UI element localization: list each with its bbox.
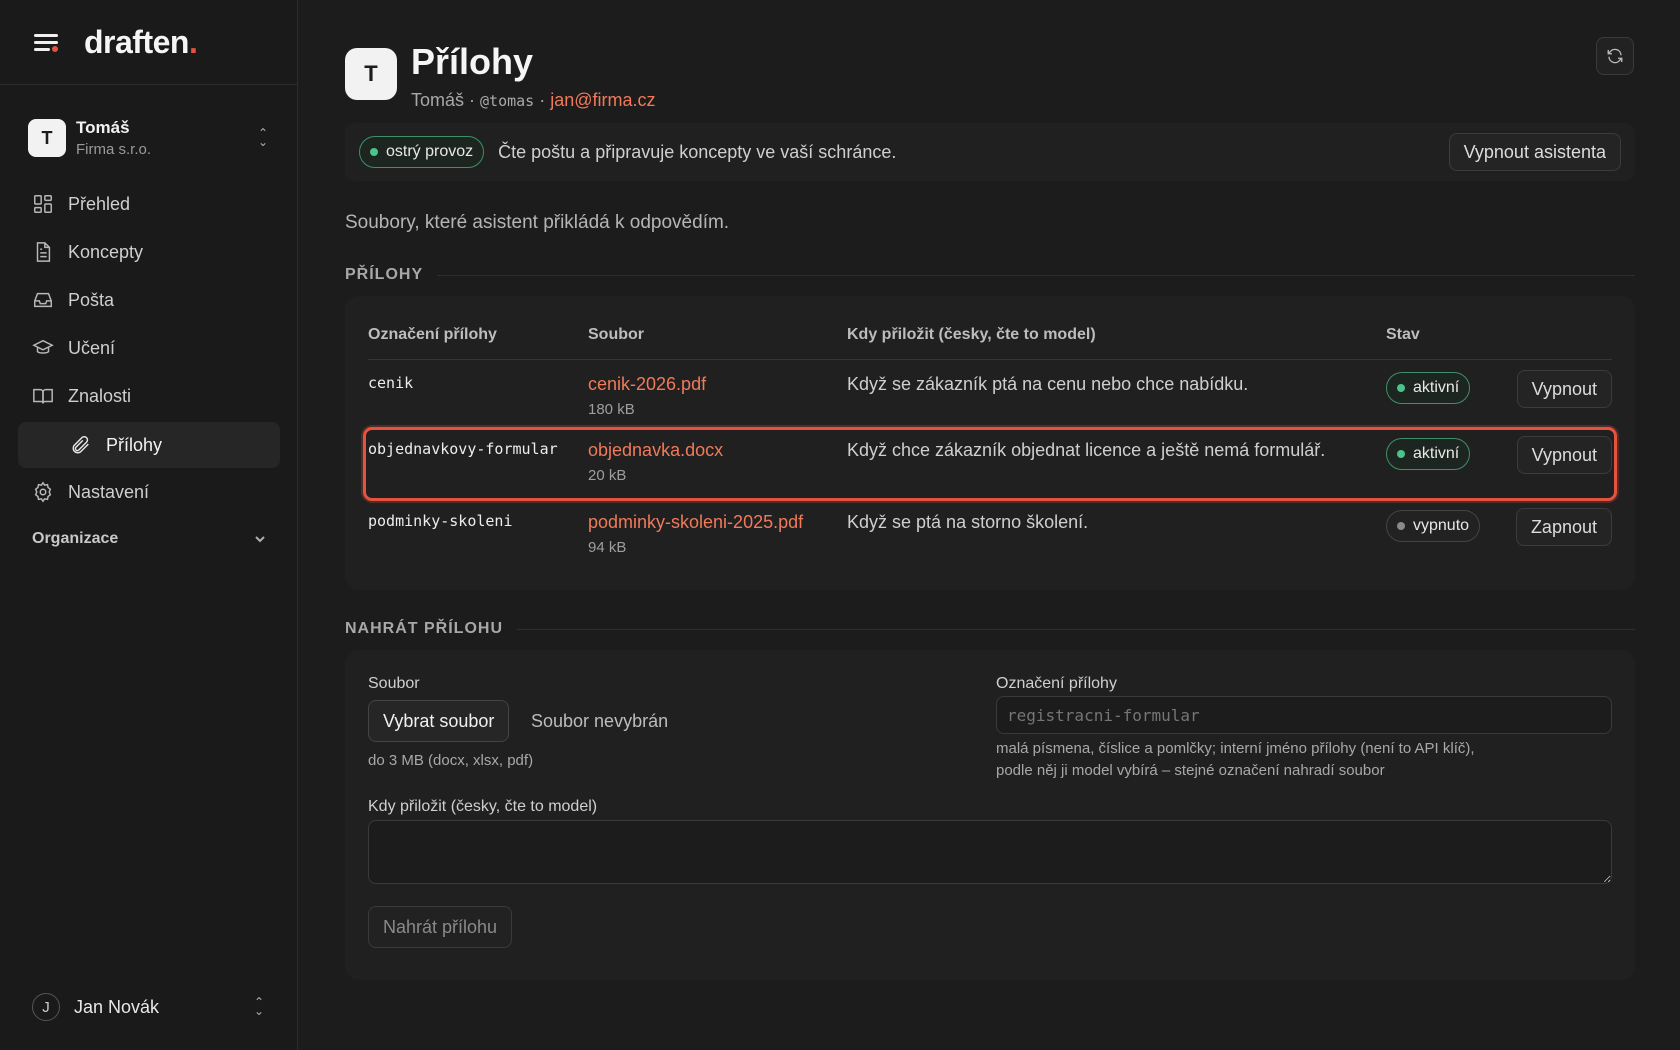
when-label: Kdy přiložit (česky, čte to model) bbox=[368, 798, 598, 815]
table-header: Označení přílohy Soubor Kdy přiložit (če… bbox=[368, 326, 1612, 360]
no-file-text: Soubor nevybrán bbox=[531, 711, 669, 731]
sidebar-item-nastaveni[interactable]: Nastavení bbox=[18, 468, 280, 516]
file-hint: do 3 MB (docx, xlsx, pdf) bbox=[368, 752, 534, 769]
key-hint: malá písmena, číslice a pomlčky; interní… bbox=[996, 740, 1475, 779]
status-badge: vypnuto bbox=[1386, 510, 1481, 542]
sidebar-item-uceni[interactable]: Učení bbox=[18, 324, 280, 372]
attachment-key: objednavkovy-formular bbox=[368, 440, 558, 458]
brand-bar: draften. bbox=[0, 0, 297, 85]
refresh-icon bbox=[1607, 48, 1623, 64]
attachment-file-size: 94 kB bbox=[588, 539, 627, 556]
column-header: Kdy přiložit (česky, čte to model) bbox=[847, 326, 1096, 343]
sidebar-item-label: Učení bbox=[68, 337, 116, 358]
user-name: Jan Novák bbox=[74, 996, 160, 1017]
sidebar-nav: Přehled Koncepty Pošta Učení Znalosti Př… bbox=[18, 180, 280, 516]
sidebar-item-label: Koncepty bbox=[68, 241, 144, 262]
chevron-up-down-icon: ⌃ ⌄ bbox=[253, 995, 265, 1018]
column-header: Stav bbox=[1386, 326, 1420, 343]
attachment-key: cenik bbox=[368, 374, 414, 392]
sidebar-item-label: Přílohy bbox=[106, 434, 163, 455]
attachment-key: podminky-skoleni bbox=[368, 512, 513, 530]
account-avatar: T bbox=[28, 119, 66, 157]
table-row: podminky-skoleni podminky-skoleni-2025.p… bbox=[368, 502, 1612, 568]
toggle-attachment-button[interactable]: Vypnout bbox=[1516, 370, 1612, 408]
status-badge: aktivní bbox=[1386, 372, 1471, 404]
choose-file-button[interactable]: Vybrat soubor bbox=[368, 700, 510, 742]
file-label: Soubor bbox=[368, 675, 420, 692]
inbox-icon bbox=[34, 292, 52, 308]
sidebar-item-prehled[interactable]: Přehled bbox=[18, 180, 280, 228]
paperclip-icon bbox=[72, 436, 89, 454]
sidebar-item-label: Přehled bbox=[68, 193, 131, 214]
sidebar-item-posta[interactable]: Pošta bbox=[18, 276, 280, 324]
profile-name: Tomáš bbox=[411, 89, 465, 110]
account-switcher[interactable]: T Tomáš Firma s.r.o. ⌃ ⌄ bbox=[18, 108, 280, 168]
attachment-file-link[interactable]: cenik-2026.pdf bbox=[588, 374, 706, 395]
status-badge: aktivní bbox=[1386, 438, 1471, 470]
when-textarea[interactable] bbox=[368, 820, 1612, 884]
attachments-card: Označení přílohy Soubor Kdy přiložit (če… bbox=[345, 296, 1635, 590]
separator: · bbox=[464, 89, 481, 110]
menu-icon[interactable] bbox=[34, 32, 58, 52]
separator: · bbox=[534, 89, 551, 110]
toggle-attachment-button[interactable]: Vypnout bbox=[1516, 436, 1612, 474]
profile-avatar: T bbox=[345, 48, 397, 100]
status-badge: ostrý provoz bbox=[359, 136, 485, 168]
section-heading-upload: NAHRÁT PŘÍLOHU bbox=[345, 620, 1635, 638]
page-header: T Přílohy Tomáš · @tomas · jan@firma.cz bbox=[345, 42, 656, 111]
attachment-key-input[interactable] bbox=[996, 696, 1612, 734]
profile-handle: @tomas bbox=[480, 91, 535, 110]
section-heading-attachments: PŘÍLOHY bbox=[345, 266, 1635, 284]
profile-email[interactable]: jan@firma.cz bbox=[550, 90, 655, 110]
gear-icon bbox=[34, 481, 52, 503]
logo[interactable]: draften. bbox=[84, 24, 198, 61]
key-label: Označení přílohy bbox=[996, 675, 1117, 692]
column-header: Označení přílohy bbox=[368, 326, 497, 343]
column-header: Soubor bbox=[588, 326, 644, 343]
attachment-file-size: 180 kB bbox=[588, 401, 635, 418]
upload-card: Soubor Vybrat soubor Soubor nevybrán do … bbox=[345, 650, 1635, 980]
sidebar-item-label: Nastavení bbox=[68, 481, 150, 502]
user-menu[interactable]: J Jan Novák ⌃ ⌄ bbox=[32, 993, 266, 1021]
attachment-when: Když se ptá na storno školení. bbox=[847, 512, 1089, 532]
attachment-when: Když se zákazník ptá na cenu nebo chce n… bbox=[847, 374, 1249, 394]
table-row: objednavkovy-formular objednavka.docx 20… bbox=[363, 427, 1617, 501]
page-description: Soubory, které asistent přikládá k odpov… bbox=[345, 212, 730, 233]
attachment-file-link[interactable]: objednavka.docx bbox=[588, 440, 723, 461]
upload-attachment-button[interactable]: Nahrát přílohu bbox=[368, 906, 513, 948]
disable-assistant-button[interactable]: Vypnout asistenta bbox=[1448, 133, 1621, 171]
status-banner: ostrý provoz Čte poštu a připravuje konc… bbox=[345, 123, 1635, 181]
sidebar-group-label: Organizace bbox=[32, 530, 119, 547]
chevron-down-icon bbox=[255, 536, 265, 543]
dashboard-icon bbox=[34, 195, 52, 213]
user-avatar: J bbox=[32, 993, 60, 1021]
attachment-file-link[interactable]: podminky-skoleni-2025.pdf bbox=[588, 512, 803, 533]
attachment-when: Když chce zákazník objednat licence a je… bbox=[847, 440, 1326, 460]
sidebar-group-organizace[interactable]: Organizace bbox=[32, 530, 266, 548]
refresh-button[interactable] bbox=[1596, 37, 1634, 75]
graduation-cap-icon bbox=[32, 339, 54, 354]
page-subtitle: Tomáš · @tomas · jan@firma.cz bbox=[411, 90, 656, 111]
status-text: Čte poštu a připravuje koncepty ve vaší … bbox=[498, 141, 897, 162]
toggle-attachment-button[interactable]: Zapnout bbox=[1515, 508, 1612, 546]
document-icon bbox=[36, 242, 51, 262]
chevron-up-down-icon: ⌃ ⌄ bbox=[257, 126, 269, 149]
account-name: Tomáš bbox=[76, 118, 130, 137]
table-row: cenik cenik-2026.pdf 180 kB Když se záka… bbox=[368, 364, 1612, 430]
page-title: Přílohy bbox=[411, 41, 534, 82]
sidebar-item-znalosti[interactable]: Znalosti bbox=[18, 372, 280, 420]
sidebar-item-koncepty[interactable]: Koncepty bbox=[18, 228, 280, 276]
sidebar-item-label: Znalosti bbox=[68, 385, 132, 406]
account-org: Firma s.r.o. bbox=[76, 141, 152, 158]
sidebar: draften. T Tomáš Firma s.r.o. ⌃ ⌄ Přehled… bbox=[0, 0, 298, 1050]
sidebar-item-label: Pošta bbox=[68, 289, 115, 310]
attachment-file-size: 20 kB bbox=[588, 467, 627, 484]
sidebar-item-prilohy[interactable]: Přílohy bbox=[18, 422, 280, 468]
book-icon bbox=[33, 388, 53, 404]
